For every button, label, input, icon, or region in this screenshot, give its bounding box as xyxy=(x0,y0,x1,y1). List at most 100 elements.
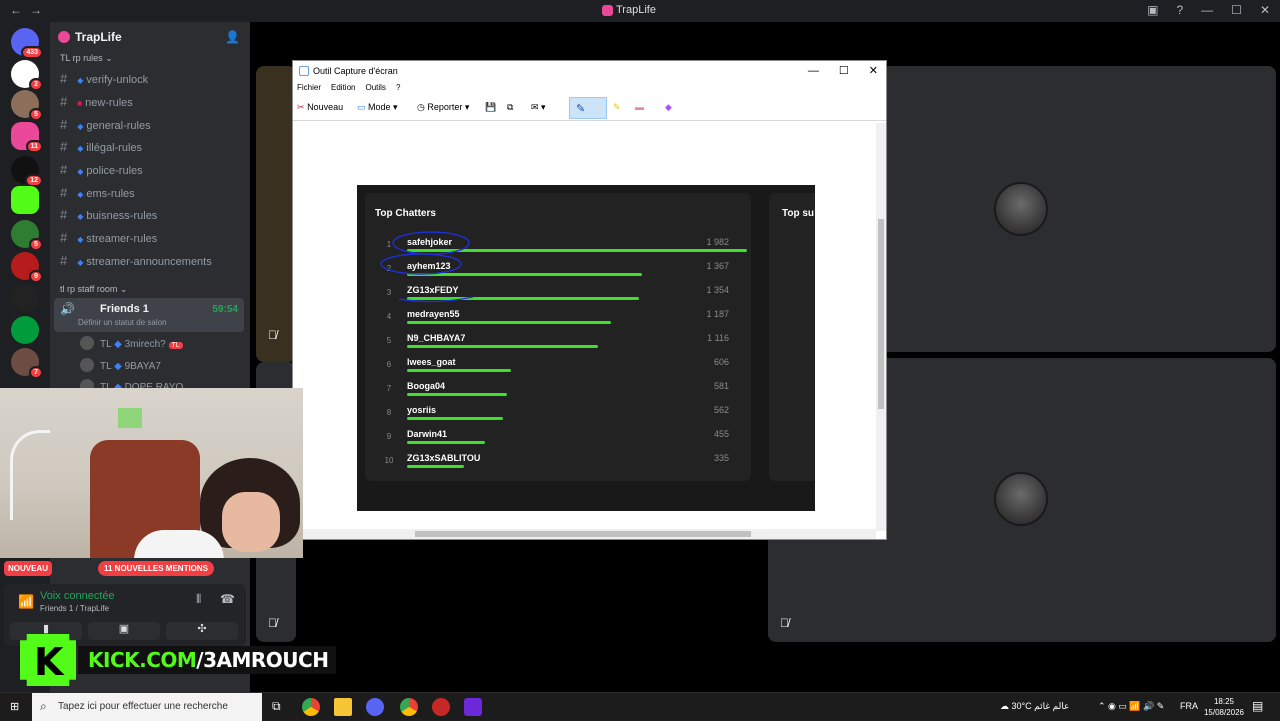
kick-server-icon[interactable] xyxy=(11,186,39,214)
snip-menu: Fichier Edition Outils? xyxy=(297,83,410,92)
title-bar: ← → TrapLife ▣? — ☐ ✕ xyxy=(0,0,1280,22)
voice-status: Voix connectée xyxy=(40,590,115,602)
server-icon[interactable]: 5 xyxy=(11,90,43,121)
send-icon[interactable]: ✉ ▾ xyxy=(531,102,546,113)
hash-icon: # xyxy=(60,71,68,86)
hash-icon: # xyxy=(60,207,68,222)
server-icon[interactable]: 9 xyxy=(11,252,43,283)
minimize-button[interactable]: — xyxy=(1201,3,1213,17)
server-icon[interactable]: 12 xyxy=(11,156,43,187)
voice-channel-friends-1[interactable]: 🔊 Friends 1 Définir un statut de salon 5… xyxy=(54,298,244,332)
windows-taskbar: ⊞ ⌕ Tapez ici pour effectuer une recherc… xyxy=(0,692,1280,721)
channel-illegal-rules[interactable]: # ◆ illégal-rules xyxy=(60,139,142,154)
voice-location[interactable]: Friends 1 / TrapLife xyxy=(40,604,109,613)
menu-fichier[interactable]: Fichier xyxy=(297,83,321,92)
disconnect-icon[interactable]: ☎ xyxy=(220,592,235,606)
server-icon[interactable]: 7 xyxy=(11,348,43,379)
voice-channel-status[interactable]: Définir un statut de salon xyxy=(78,318,167,327)
pen-tool-button[interactable]: ✎ ▾ xyxy=(569,97,607,119)
unread-badge: 9 xyxy=(29,270,43,283)
menu-edition[interactable]: Edition xyxy=(331,83,355,92)
maximize-button[interactable]: ☐ xyxy=(1231,3,1242,17)
close-button[interactable]: ✕ xyxy=(1260,3,1270,17)
category-staff[interactable]: tl rp staff room ⌄ xyxy=(60,284,127,295)
signal-icon[interactable]: 📶 xyxy=(18,594,34,610)
webcam-person-face xyxy=(222,492,280,552)
traplife-server-icon[interactable]: 11 xyxy=(11,122,43,153)
pen-icon: ✎ xyxy=(576,103,586,115)
channel-streamer-announcements[interactable]: # ◆ streamer-announcements xyxy=(60,253,212,268)
close-button[interactable]: ✕ xyxy=(869,65,878,77)
soundboard-icon[interactable]: ⦀ xyxy=(196,592,201,607)
inbox-icon[interactable]: ▣ xyxy=(1147,3,1158,17)
windows-start-icon[interactable]: ⊞ xyxy=(10,700,19,713)
taskbar-clock[interactable]: 18:25 15/08/2026 xyxy=(1204,696,1244,718)
kick-logo: K xyxy=(20,634,76,686)
taskbar-search[interactable]: ⌕ Tapez ici pour effectuer une recherche xyxy=(32,693,262,721)
highlighter-icon[interactable]: ✎ xyxy=(613,102,621,113)
paint3d-icon[interactable]: ◆ xyxy=(665,102,672,113)
back-arrow-icon[interactable]: ← xyxy=(10,3,22,17)
add-member-icon[interactable]: 👤 xyxy=(225,30,240,44)
voice-member[interactable]: TL ◆ 3mirech? TL xyxy=(80,336,183,350)
horizontal-scrollbar[interactable] xyxy=(293,529,876,539)
snipping-tool-window[interactable]: Outil Capture d'écran — ☐ ✕ Fichier Edition… xyxy=(292,60,887,540)
discord-taskbar-icon[interactable] xyxy=(366,698,384,716)
menu-outils[interactable]: Outils xyxy=(365,83,385,92)
webcam-cable xyxy=(10,430,50,520)
server-name[interactable]: TrapLife xyxy=(58,30,122,44)
server-icon[interactable] xyxy=(11,316,39,344)
diamond-icon: ◆ xyxy=(77,144,84,153)
task-view-icon[interactable]: ⧉ xyxy=(272,699,281,714)
scroll-thumb[interactable] xyxy=(878,219,884,409)
vertical-scrollbar[interactable] xyxy=(876,123,886,531)
home-server-icon[interactable]: 433 xyxy=(11,28,43,59)
webcam-tape xyxy=(118,408,142,428)
diamond-icon: ◆ xyxy=(77,190,84,199)
channel-buisness-rules[interactable]: # ◆ buisness-rules xyxy=(60,207,157,222)
rectangle-icon: ▭ xyxy=(357,102,366,112)
mentions-pill[interactable]: 11 NOUVELLES MENTIONS xyxy=(98,561,215,576)
channel-ems-rules[interactable]: # ◆ ems-rules xyxy=(60,185,135,200)
category-rules[interactable]: TL rp rules ⌄ xyxy=(60,53,113,64)
channel-new-rules[interactable]: # ■ new-rules xyxy=(60,94,133,109)
language-indicator[interactable]: FRA xyxy=(1180,701,1198,711)
channel-general-rules[interactable]: # ◆ general-rules xyxy=(60,117,151,132)
help-icon[interactable]: ? xyxy=(1176,3,1183,17)
new-snip-button[interactable]: ✂ Nouveau xyxy=(297,102,343,113)
file-explorer-icon[interactable] xyxy=(334,698,352,716)
eraser-icon[interactable]: ▬ xyxy=(635,102,644,112)
channel-police-rules[interactable]: # ◆ police-rules xyxy=(60,162,143,177)
snipping-tool-taskbar-icon[interactable] xyxy=(464,698,482,716)
server-icon[interactable] xyxy=(11,284,39,312)
tray-icons[interactable]: ⌃ ◉ ▭ 📶 🔊 ✎ xyxy=(1098,701,1164,712)
voice-member[interactable]: TL ◆ 9BAYA7 xyxy=(80,358,161,372)
diamond-icon: ◆ xyxy=(77,167,84,176)
top-subs-card: Top su xyxy=(769,193,815,481)
minimize-button[interactable]: — xyxy=(808,65,819,77)
scroll-thumb[interactable] xyxy=(415,531,751,537)
menu-help[interactable]: ? xyxy=(396,83,400,92)
notification-center-icon[interactable]: ▤ xyxy=(1252,699,1263,713)
diamond-icon: ◆ xyxy=(77,76,84,85)
delay-button[interactable]: ◷ Reporter ▾ xyxy=(417,102,469,113)
channel-streamer-rules[interactable]: # ◆ streamer-rules xyxy=(60,230,157,245)
copy-icon[interactable]: ⧉ xyxy=(507,102,513,113)
member-badge: TL xyxy=(168,342,183,349)
weather-widget[interactable]: ☁ 30°C عالم غائم xyxy=(1000,701,1069,712)
voice-timer: 59:54 xyxy=(212,304,238,315)
channel-verify-unlock[interactable]: # ◆ verify-unlock xyxy=(60,71,148,86)
unread-badge: 11 xyxy=(25,140,43,153)
history-nav[interactable]: ← → xyxy=(10,3,50,17)
maximize-button[interactable]: ☐ xyxy=(839,65,849,77)
forward-arrow-icon[interactable]: → xyxy=(30,3,42,17)
save-icon[interactable]: 💾 xyxy=(485,102,496,113)
obs-icon[interactable] xyxy=(432,698,450,716)
participant-tile[interactable] xyxy=(256,66,296,362)
mode-button[interactable]: ▭ Mode ▾ xyxy=(357,102,398,113)
new-pill[interactable]: NOUVEAU xyxy=(4,561,53,576)
chrome-icon[interactable] xyxy=(302,698,320,716)
chrome-icon[interactable] xyxy=(400,698,418,716)
server-icon[interactable]: 2 xyxy=(11,60,43,91)
server-icon[interactable]: 5 xyxy=(11,220,43,251)
